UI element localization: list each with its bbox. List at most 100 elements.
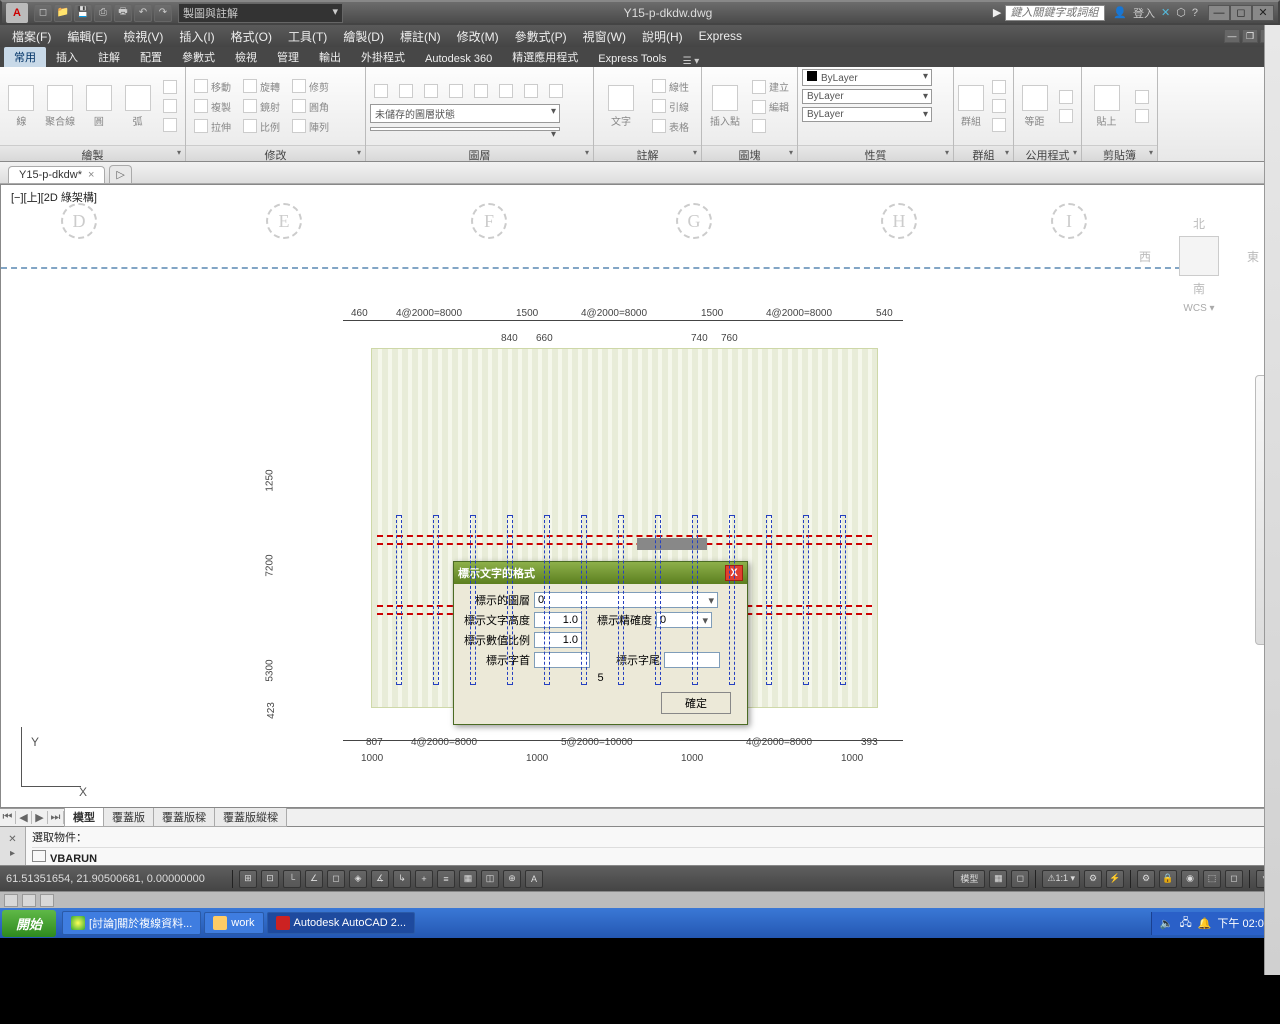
- drawing-canvas[interactable]: [−][上][2D 綠架構] D E F G H I 460 4@2000=80…: [0, 184, 1280, 808]
- btn-move[interactable]: 移動: [190, 77, 235, 96]
- layout-tab-1[interactable]: 覆蓋版: [103, 808, 154, 827]
- prop-color[interactable]: ByLayer: [802, 69, 932, 86]
- ribtab-manage[interactable]: 管理: [267, 47, 309, 67]
- qat-plot[interactable]: 🖶: [114, 4, 132, 22]
- sb-annoscale[interactable]: ⚠ 1:1 ▾: [1042, 870, 1080, 888]
- grp-2[interactable]: [988, 97, 1010, 115]
- sb-3dosnap[interactable]: ◈: [349, 870, 367, 888]
- file-tab[interactable]: Y15-p-dkdw*×: [8, 166, 105, 183]
- app-logo[interactable]: A: [6, 3, 28, 23]
- layout-tab-3[interactable]: 覆蓋版縱樑: [214, 808, 287, 827]
- sb-hw[interactable]: ◉: [1181, 870, 1199, 888]
- tray-icon[interactable]: 🔈: [1160, 917, 1174, 930]
- btn-table[interactable]: 表格: [648, 117, 693, 136]
- ribtab-featured[interactable]: 精選應用程式: [502, 47, 588, 67]
- maximize-button[interactable]: ◻: [1230, 5, 1252, 21]
- ribbon-collapse-icon[interactable]: ☰ ▾: [683, 56, 700, 67]
- menu-tools[interactable]: 工具(T): [280, 26, 335, 47]
- sb-osnap[interactable]: ◻: [327, 870, 345, 888]
- layer-tool4[interactable]: [445, 82, 467, 100]
- layer-combo[interactable]: [370, 127, 560, 131]
- ribtab-layout[interactable]: 配置: [130, 47, 172, 67]
- clip-cut[interactable]: [1131, 88, 1153, 106]
- sb-sc[interactable]: ⊕: [503, 870, 521, 888]
- qat-new[interactable]: ◻: [34, 4, 52, 22]
- menu-parametric[interactable]: 參數式(P): [507, 26, 575, 47]
- ltab-nav-first[interactable]: ⏮: [0, 811, 16, 824]
- system-tray[interactable]: 🔈 🖧 🔔 下午 02:09: [1151, 912, 1278, 935]
- btn-bcreate[interactable]: 建立: [748, 77, 793, 96]
- workspace-combo[interactable]: 製圖與註解: [178, 3, 343, 23]
- exchange-icon[interactable]: ✕: [1161, 6, 1170, 19]
- ribtab-express[interactable]: Express Tools: [588, 51, 676, 67]
- dialog-ok-button[interactable]: 確定: [661, 692, 731, 714]
- qat-save[interactable]: 💾: [74, 4, 92, 22]
- sb-lgrid[interactable]: ▦: [989, 870, 1007, 888]
- task-autocad[interactable]: Autodesk AutoCAD 2...: [267, 912, 416, 934]
- clip-copy[interactable]: [1131, 107, 1153, 125]
- mdi-restore[interactable]: ❐: [1242, 29, 1258, 43]
- sb-ws[interactable]: ⚙: [1137, 870, 1155, 888]
- help-icon[interactable]: ?: [1192, 7, 1198, 19]
- grp-1[interactable]: [988, 78, 1010, 96]
- command-line[interactable]: 選取物件： VBARUN: [26, 827, 1280, 865]
- close-button[interactable]: ✕: [1252, 5, 1274, 21]
- sb-ducs[interactable]: ↳: [393, 870, 411, 888]
- ql-3-icon[interactable]: [40, 894, 54, 907]
- btn-scale[interactable]: 比例: [239, 117, 284, 136]
- ribtab-insert[interactable]: 插入: [46, 47, 88, 67]
- sel-prec[interactable]: 0: [656, 612, 712, 628]
- menu-view[interactable]: 檢視(V): [115, 26, 171, 47]
- layer-tool2[interactable]: [395, 82, 417, 100]
- btn-copy[interactable]: 複製: [190, 97, 235, 116]
- btn-rotate[interactable]: 旋轉: [239, 77, 284, 96]
- viewcube[interactable]: 北 西東 南 WCS ▾: [1139, 215, 1259, 314]
- menu-file[interactable]: 檔案(F): [4, 26, 59, 47]
- sb-qv[interactable]: ◻: [1011, 870, 1029, 888]
- draw-extra3[interactable]: [159, 116, 181, 134]
- inp-scale[interactable]: [534, 632, 582, 648]
- ribtab-parametric[interactable]: 參數式: [172, 47, 225, 67]
- sb-qp[interactable]: ◫: [481, 870, 499, 888]
- btn-fillet[interactable]: 圓角: [288, 97, 333, 116]
- start-button[interactable]: 開始: [2, 910, 56, 937]
- qat-open[interactable]: 📁: [54, 4, 72, 22]
- btn-trim[interactable]: 修剪: [288, 77, 333, 96]
- menu-insert[interactable]: 插入(I): [171, 26, 222, 47]
- sb-otrack[interactable]: ∡: [371, 870, 389, 888]
- inp-height[interactable]: [534, 612, 582, 628]
- layer-tool6[interactable]: [495, 82, 517, 100]
- ribtab-annotate[interactable]: 註解: [88, 47, 130, 67]
- layout-tab-model[interactable]: 模型: [64, 808, 104, 827]
- sb-clean[interactable]: ◻: [1225, 870, 1243, 888]
- qat-saveas[interactable]: ⎙: [94, 4, 112, 22]
- layer-tool7[interactable]: [520, 82, 542, 100]
- qat-redo[interactable]: ↷: [154, 4, 172, 22]
- btn-insert[interactable]: 插入點: [706, 71, 744, 141]
- cmd-handle-icon[interactable]: ✕: [8, 834, 16, 845]
- sb-grid[interactable]: ⊞: [239, 870, 257, 888]
- layer-state-combo[interactable]: 未儲存的圖層狀態: [370, 104, 560, 123]
- menu-help[interactable]: 說明(H): [634, 26, 691, 47]
- sel-layer[interactable]: 0: [534, 592, 718, 608]
- btn-circle[interactable]: 圓: [82, 71, 117, 141]
- btn-arc[interactable]: 弧: [120, 71, 155, 141]
- menu-dimension[interactable]: 標註(N): [392, 26, 449, 47]
- file-tab-close[interactable]: ×: [88, 169, 94, 181]
- prop-lweight[interactable]: ByLayer: [802, 89, 932, 104]
- sb-dyn[interactable]: +: [415, 870, 433, 888]
- btn-battr[interactable]: [748, 117, 793, 135]
- task-chrome[interactable]: [討論]關於複線資料...: [62, 911, 201, 935]
- cmd-prompt-icon[interactable]: ▸: [10, 848, 15, 859]
- util-1[interactable]: [1055, 88, 1077, 106]
- ribtab-plugins[interactable]: 外掛程式: [351, 47, 415, 67]
- menu-express[interactable]: Express: [691, 27, 750, 45]
- minimize-button[interactable]: —: [1208, 5, 1230, 21]
- sb-snap[interactable]: ⊡: [261, 870, 279, 888]
- btn-array[interactable]: 陣列: [288, 117, 333, 136]
- sb-polar[interactable]: ∠: [305, 870, 323, 888]
- draw-extra2[interactable]: [159, 97, 181, 115]
- draw-extra1[interactable]: [159, 78, 181, 96]
- ql-desktop-icon[interactable]: [4, 894, 18, 907]
- tray-icon[interactable]: 🖧: [1179, 914, 1191, 933]
